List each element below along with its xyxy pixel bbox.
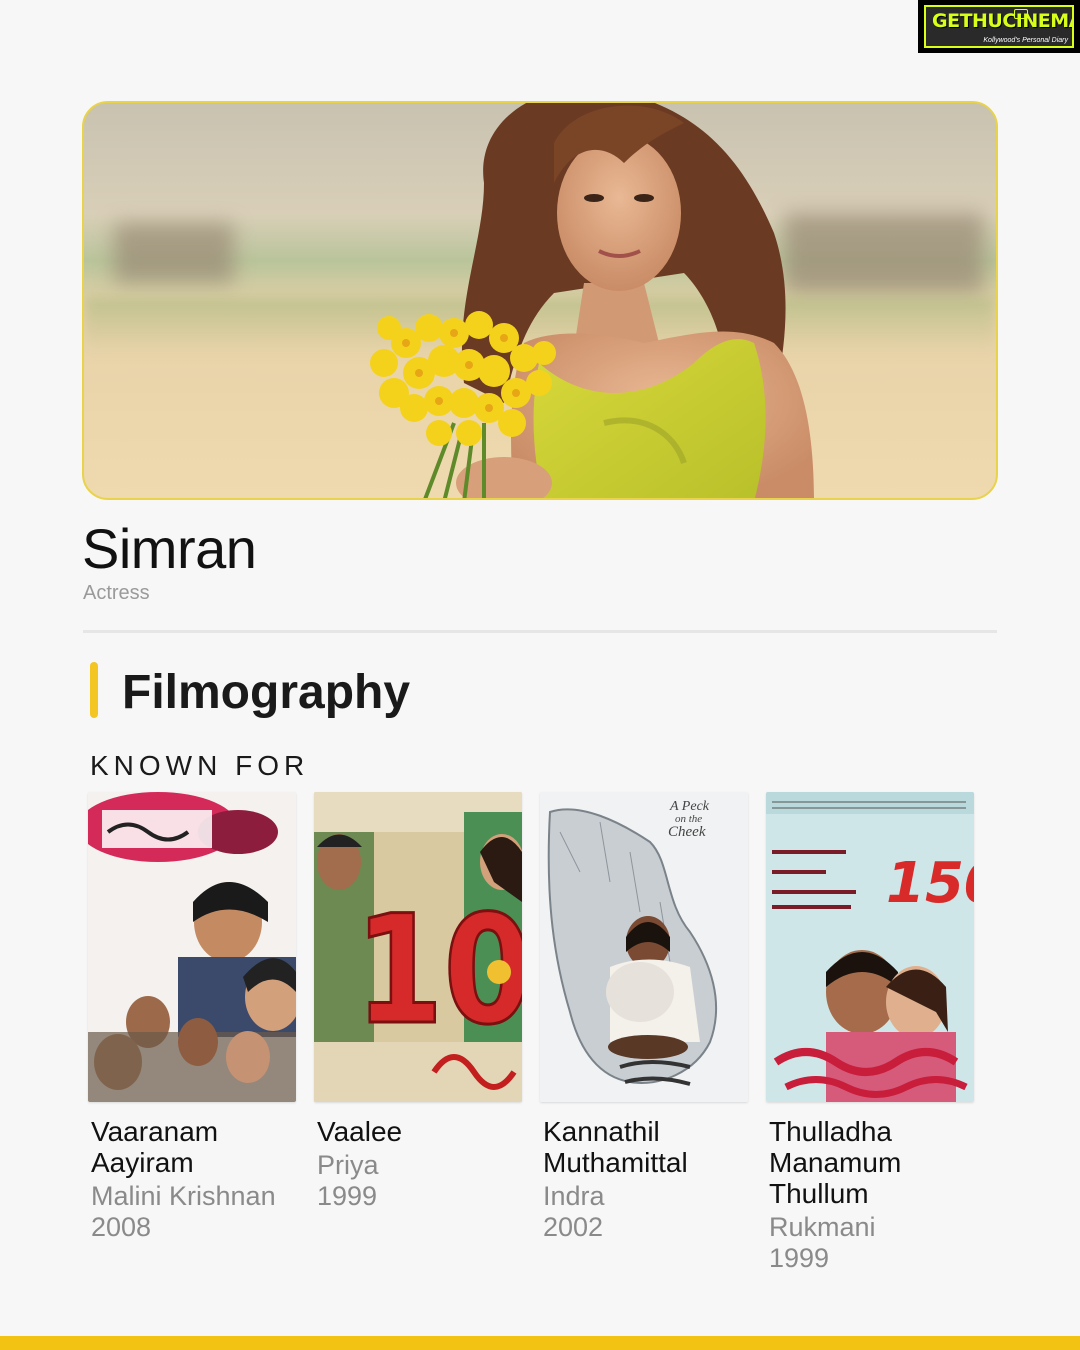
logo-tagline: Kollywood's Personal Diary (983, 37, 1068, 44)
film-character: Rukmani (769, 1212, 876, 1242)
film-poster[interactable]: A Peck on the Cheek (540, 792, 748, 1102)
film-title[interactable]: Kannathil Muthamittal (540, 1116, 750, 1178)
section-accent-bar (90, 662, 98, 718)
svg-text:A Peck: A Peck (669, 799, 710, 814)
film-poster[interactable]: 150 (766, 792, 974, 1102)
profile-hero-image (82, 101, 998, 500)
divider (83, 630, 997, 633)
poster-image: 150 (766, 792, 974, 1102)
poster-image: A Peck on the Cheek (540, 792, 748, 1102)
film-character: Indra (543, 1181, 605, 1211)
actress-portrait (370, 103, 814, 498)
film-year: 2008 (91, 1212, 152, 1242)
logo-wordmark: GETHUCINEMA (932, 10, 1074, 32)
poster-image (88, 792, 296, 1102)
film-character: Priya (317, 1150, 379, 1180)
film-poster[interactable] (88, 792, 296, 1102)
known-for-list: Vaaranam Aayiram Malini Krishnan 2008 10… (88, 792, 1048, 1273)
film-character: Malini Krishnan (91, 1181, 276, 1211)
bottom-accent-bar (0, 1336, 1080, 1350)
film-title[interactable]: Vaalee (314, 1116, 524, 1147)
gethucinema-logo: GETHUCINEMA Kollywood's Personal Diary (918, 0, 1080, 53)
film-title[interactable]: Thulladha Manamum Thullum (766, 1116, 976, 1209)
svg-text:Cheek: Cheek (668, 824, 706, 840)
film-card[interactable]: 100 Vaalee Priya 1999 (314, 792, 524, 1212)
film-card[interactable]: A Peck on the Cheek Kannathil Muthamitta… (540, 792, 750, 1243)
poster-image: 100 (314, 792, 522, 1102)
film-year: 1999 (317, 1181, 378, 1211)
known-for-label: KNOWN FOR (90, 750, 310, 781)
film-card[interactable]: Vaaranam Aayiram Malini Krishnan 2008 (88, 792, 298, 1243)
svg-text:150: 150 (886, 851, 974, 916)
film-year: 2002 (543, 1212, 604, 1242)
film-year: 1999 (769, 1243, 830, 1273)
film-title[interactable]: Vaaranam Aayiram (88, 1116, 298, 1178)
film-card[interactable]: 150 Thulladha Manamum Thullum Rukmani 19… (766, 792, 976, 1274)
section-title: Filmography (122, 666, 411, 719)
profile-role: Actress (83, 582, 150, 604)
camera-icon (1014, 9, 1028, 19)
film-poster[interactable]: 100 (314, 792, 522, 1102)
profile-name: Simran (82, 517, 257, 580)
